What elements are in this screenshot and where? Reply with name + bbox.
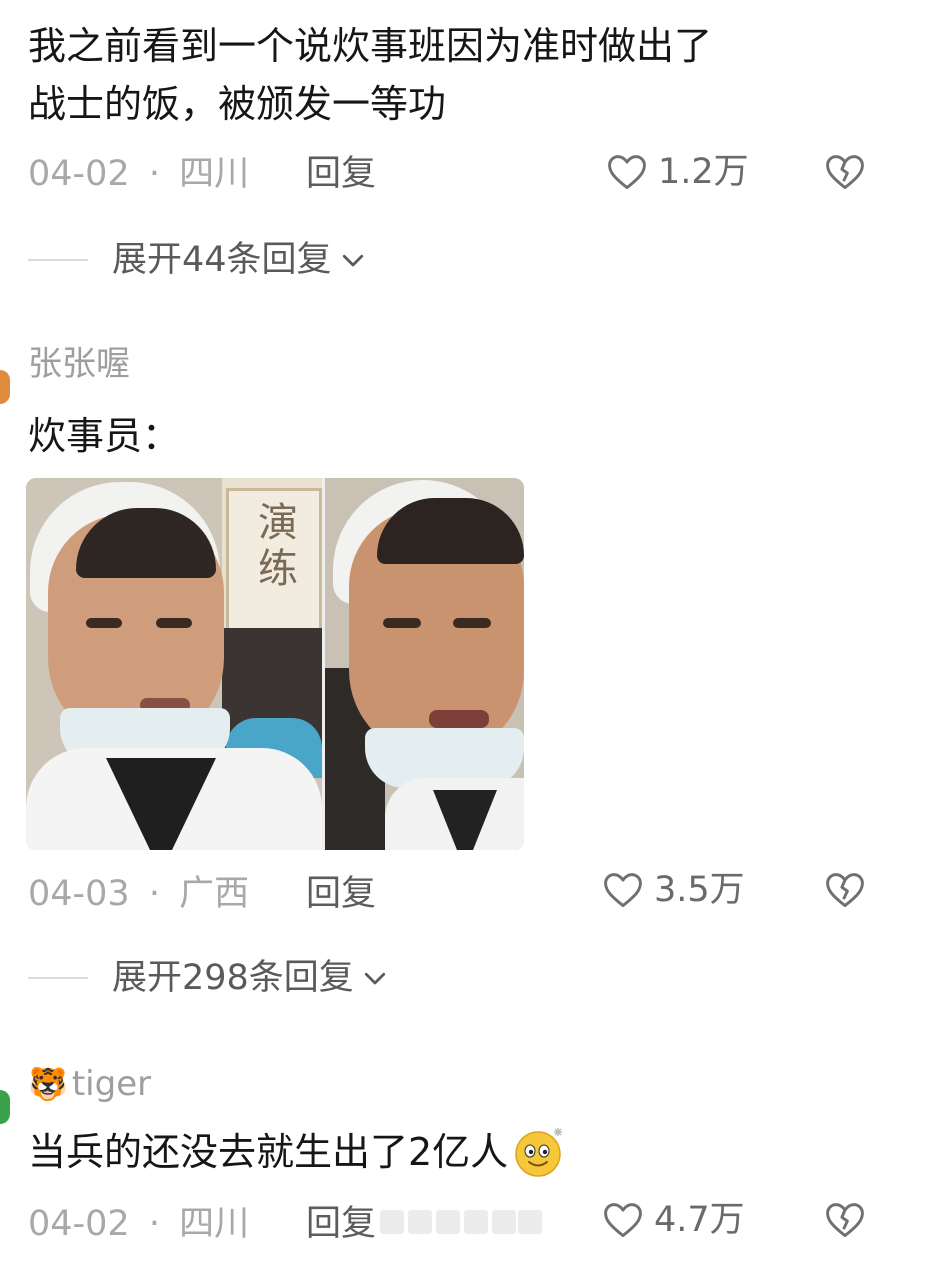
- smiley-emoji-icon: [515, 1128, 563, 1177]
- comment-image[interactable]: 演练: [26, 478, 524, 850]
- avatar[interactable]: [0, 1090, 10, 1124]
- heart-outline-icon: [608, 155, 646, 190]
- reply-button[interactable]: 回复: [306, 872, 376, 916]
- expand-divider: [28, 259, 88, 261]
- comment-meta: 04-02 · 四川: [28, 1202, 249, 1246]
- watermark: [380, 1208, 542, 1236]
- comment-date: 04-02: [28, 1204, 130, 1244]
- reply-button[interactable]: 回复: [306, 1202, 376, 1246]
- broken-heart-icon: [826, 873, 864, 908]
- comment-text-line-1: 我之前看到一个说炊事班因为准时做出了: [28, 24, 713, 68]
- comment-text: 炊事员：: [28, 414, 181, 458]
- username[interactable]: 🐯 tiger: [28, 1062, 151, 1106]
- dislike-button[interactable]: [822, 1198, 868, 1246]
- username[interactable]: 张张喔: [28, 342, 130, 386]
- comment-text-line-2: 战士的饭，被颁发一等功: [28, 82, 447, 126]
- avatar[interactable]: [0, 370, 10, 404]
- username-text: tiger: [71, 1064, 152, 1104]
- meta-separator: ·: [148, 154, 160, 194]
- comment-text: 当兵的还没去就生出了2亿人: [28, 1130, 509, 1174]
- comment-meta: 04-02 · 四川: [28, 152, 249, 196]
- like-button[interactable]: 1.2万: [604, 150, 749, 194]
- like-count: 3.5万: [654, 870, 745, 910]
- expand-replies-label: 展开44条回复: [112, 240, 332, 280]
- meta-separator: ·: [148, 1204, 160, 1244]
- expand-replies-label: 展开298条回复: [112, 958, 354, 998]
- calligraphy-board: 演练: [226, 488, 322, 634]
- dislike-button[interactable]: [822, 868, 868, 916]
- comment-meta: 04-03 · 广西: [28, 872, 249, 916]
- chevron-down-icon: [364, 972, 385, 985]
- broken-heart-icon: [826, 1203, 864, 1238]
- expand-replies-button[interactable]: 展开298条回复: [28, 956, 392, 1000]
- heart-outline-icon: [604, 1203, 642, 1238]
- image-frame-left: 演练: [26, 478, 322, 850]
- broken-heart-icon: [826, 155, 864, 190]
- tiger-emoji-icon: 🐯: [28, 1065, 68, 1103]
- like-count: 1.2万: [658, 152, 749, 192]
- expand-replies-button[interactable]: 展开44条回复: [28, 238, 370, 282]
- comment-location: 广西: [179, 874, 250, 914]
- comment-location: 四川: [179, 1204, 250, 1244]
- comment-text-row: 当兵的还没去就生出了2亿人: [28, 1124, 568, 1180]
- chevron-down-icon: [342, 254, 363, 267]
- meta-separator: ·: [148, 874, 160, 914]
- comment-date: 04-02: [28, 154, 130, 194]
- expand-divider: [28, 977, 88, 979]
- comment-date: 04-03: [28, 874, 130, 914]
- like-count: 4.7万: [654, 1200, 745, 1240]
- dislike-button[interactable]: [822, 150, 868, 198]
- board-text: 演练: [251, 501, 297, 593]
- like-button[interactable]: 3.5万: [600, 868, 745, 912]
- comment-location: 四川: [179, 154, 250, 194]
- like-button[interactable]: 4.7万: [600, 1198, 745, 1242]
- image-frame-right: [325, 478, 524, 850]
- heart-outline-icon: [604, 873, 642, 908]
- reply-button[interactable]: 回复: [306, 152, 376, 196]
